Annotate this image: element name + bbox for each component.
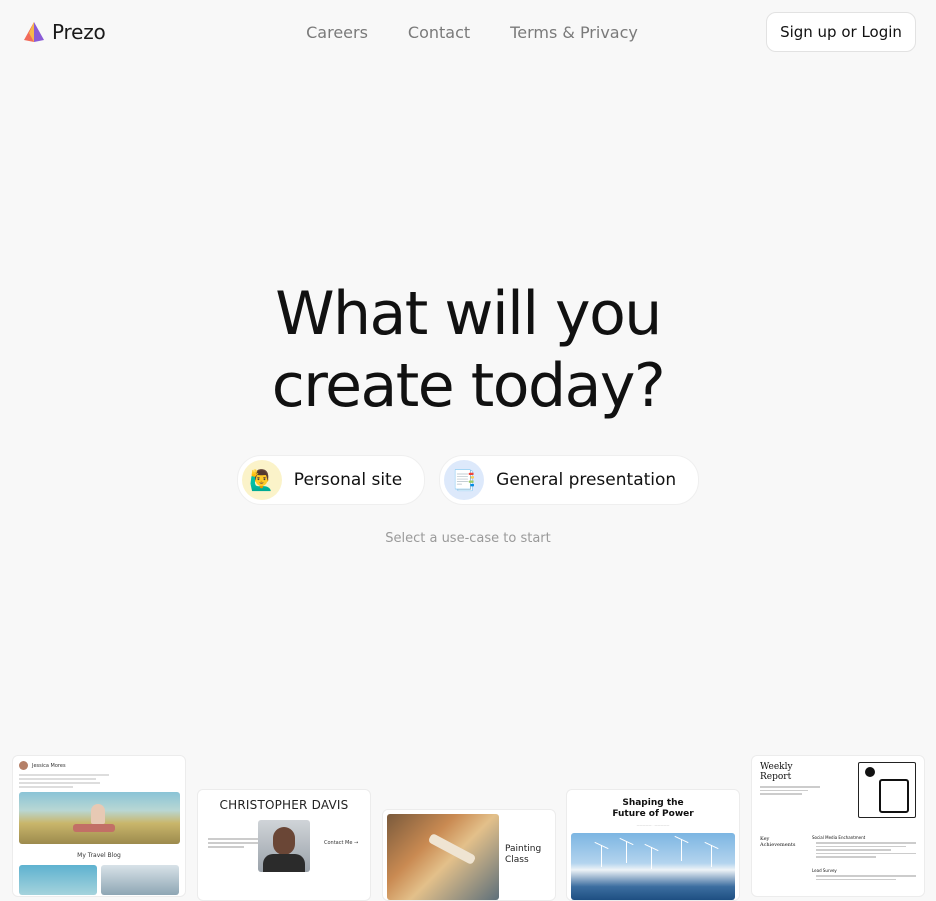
- hero-title-line-2: create today?: [271, 351, 666, 421]
- energy-meta-line: ————— · —————: [636, 823, 670, 827]
- hero-title: What will you create today?: [0, 278, 936, 422]
- use-case-hint: Select a use-case to start: [385, 531, 551, 546]
- report-intro-lines: [760, 786, 820, 797]
- portfolio-description-lines: [208, 838, 260, 850]
- template-card-travel-blog[interactable]: Jessica Mores My Travel Blog: [12, 755, 186, 897]
- document-icon: 📑: [444, 460, 485, 500]
- energy-title: Shaping the Future of Power: [612, 798, 694, 819]
- hero: What will you create today?: [0, 278, 936, 422]
- blog-author: Jessica Mores: [32, 762, 66, 769]
- photo-blanket: [73, 824, 115, 832]
- brand-name: Prezo: [52, 20, 106, 44]
- blog-thumbnail: [101, 865, 179, 895]
- prism-logo-icon: [24, 22, 44, 42]
- portfolio-name: CHRISTOPHER DAVIS: [219, 798, 349, 812]
- report-illustration: [858, 762, 916, 818]
- hero-title-line-1: What will you: [275, 279, 662, 349]
- person-raising-hand-icon: 🙋‍♂️: [241, 460, 282, 500]
- blog-thumbnail: [19, 865, 97, 895]
- general-presentation-chip[interactable]: 📑 General presentation: [439, 455, 700, 505]
- nav-contact[interactable]: Contact: [408, 23, 470, 42]
- portfolio-portrait: [258, 820, 310, 872]
- blog-title: My Travel Blog: [77, 852, 121, 859]
- template-card-painting-class[interactable]: Painting Class: [382, 809, 556, 901]
- general-presentation-label: General presentation: [496, 470, 677, 490]
- wind-turbine-photo: [571, 833, 735, 900]
- report-item-title: Lead Survey: [812, 868, 837, 873]
- nav-careers[interactable]: Careers: [306, 23, 368, 42]
- nav-terms-privacy[interactable]: Terms & Privacy: [510, 23, 638, 42]
- photo-person: [91, 804, 105, 824]
- personal-site-label: Personal site: [293, 470, 403, 490]
- blog-header: Jessica Mores: [19, 761, 66, 770]
- painting-class-title: Painting Class: [505, 844, 542, 865]
- report-section-title: Key Achievements: [760, 836, 796, 848]
- avatar: [19, 761, 28, 770]
- template-card-energy[interactable]: Shaping the Future of Power ————— · ————…: [566, 789, 740, 901]
- report-title: Weekly Report: [760, 762, 793, 782]
- report-item-title: Social Media Enchantment: [812, 835, 866, 840]
- signup-login-button[interactable]: Sign up or Login: [766, 12, 916, 52]
- painting-photo: [387, 814, 499, 900]
- use-case-chips: 🙋‍♂️ Personal site 📑 General presentatio…: [0, 455, 936, 505]
- brand-logo[interactable]: Prezo: [22, 20, 106, 44]
- blog-intro-lines: [19, 774, 109, 790]
- template-card-portfolio[interactable]: CHRISTOPHER DAVIS Contact Me →: [197, 789, 371, 901]
- report-item-lines: [816, 842, 916, 860]
- portfolio-contact-link: Contact Me →: [324, 840, 359, 846]
- template-card-weekly-report[interactable]: Weekly Report Key Achievements Social Me…: [751, 755, 925, 897]
- personal-site-chip[interactable]: 🙋‍♂️ Personal site: [236, 455, 426, 505]
